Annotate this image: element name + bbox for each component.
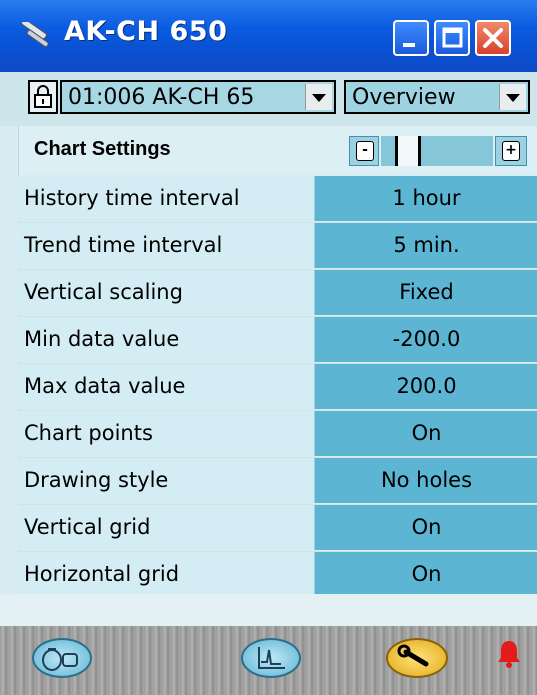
setting-value[interactable]: On bbox=[314, 552, 537, 597]
minimize-button[interactable] bbox=[393, 20, 429, 56]
setting-value[interactable]: 200.0 bbox=[314, 364, 537, 409]
setting-value[interactable]: 1 hour bbox=[314, 176, 537, 221]
setting-label: Drawing style bbox=[18, 458, 314, 503]
maximize-button[interactable] bbox=[434, 20, 470, 56]
close-icon bbox=[483, 28, 503, 48]
overview-button[interactable] bbox=[32, 638, 92, 678]
lock-button[interactable] bbox=[28, 80, 58, 114]
setting-label: Min data value bbox=[18, 317, 314, 362]
setting-label: Vertical grid bbox=[18, 505, 314, 550]
scroll-thumb[interactable] bbox=[395, 136, 421, 166]
scroll-right-button[interactable]: + bbox=[495, 136, 527, 166]
view-select[interactable]: Overview bbox=[344, 80, 530, 114]
settings-row[interactable]: Chart points On bbox=[18, 411, 537, 458]
padlock-icon bbox=[34, 85, 52, 108]
maximize-icon bbox=[442, 27, 463, 48]
setting-label: Max data value bbox=[18, 364, 314, 409]
setting-value[interactable]: On bbox=[314, 505, 537, 550]
setting-value[interactable]: -200.0 bbox=[314, 317, 537, 362]
setting-label: Horizontal grid bbox=[18, 552, 314, 597]
setting-label: Vertical scaling bbox=[18, 270, 314, 315]
app-tool-icon bbox=[21, 22, 49, 48]
overview-icon bbox=[42, 648, 78, 671]
empty-area bbox=[0, 594, 537, 626]
left-margin bbox=[0, 126, 19, 626]
plus-icon: + bbox=[502, 141, 520, 161]
trend-chart-icon bbox=[258, 647, 285, 669]
scroll-left-button[interactable]: - bbox=[349, 136, 379, 166]
unit-select-value: 01:006 AK-CH 65 bbox=[68, 85, 255, 110]
view-select-value: Overview bbox=[352, 85, 456, 110]
settings-row[interactable]: Min data value -200.0 bbox=[18, 317, 537, 364]
settings-row[interactable]: Vertical scaling Fixed bbox=[18, 270, 537, 317]
settings-row[interactable]: Max data value 200.0 bbox=[18, 364, 537, 411]
setting-value[interactable]: Fixed bbox=[314, 270, 537, 315]
settings-row[interactable]: Drawing style No holes bbox=[18, 458, 537, 505]
setting-label: Trend time interval bbox=[18, 223, 314, 268]
minus-icon: - bbox=[356, 141, 374, 161]
settings-row[interactable]: Vertical grid On bbox=[18, 505, 537, 552]
app-window: AK-CH 650 01:006 AK-CH 65 Overview Chart… bbox=[0, 0, 537, 695]
chevron-down-icon[interactable] bbox=[499, 84, 526, 110]
settings-row[interactable]: Trend time interval 5 min. bbox=[18, 223, 537, 270]
chevron-down-icon[interactable] bbox=[305, 84, 332, 110]
setting-value[interactable]: On bbox=[314, 411, 537, 456]
setting-value[interactable]: 5 min. bbox=[314, 223, 537, 268]
window-title: AK-CH 650 bbox=[64, 16, 228, 47]
trend-button[interactable] bbox=[241, 638, 301, 678]
settings-button[interactable] bbox=[386, 638, 448, 678]
title-bar[interactable]: AK-CH 650 bbox=[0, 0, 537, 72]
setting-label: Chart points bbox=[18, 411, 314, 456]
unit-select[interactable]: 01:006 AK-CH 65 bbox=[60, 80, 336, 114]
settings-row[interactable]: History time interval 1 hour bbox=[18, 176, 537, 223]
alarm-bell-icon[interactable] bbox=[494, 638, 524, 670]
settings-row[interactable]: Horizontal grid On bbox=[18, 552, 537, 599]
section-title: Chart Settings bbox=[34, 138, 171, 160]
close-button[interactable] bbox=[475, 20, 511, 56]
settings-table: History time interval 1 hour Trend time … bbox=[18, 176, 537, 599]
setting-label: History time interval bbox=[18, 176, 314, 221]
minimize-icon bbox=[403, 43, 415, 47]
setting-value[interactable]: No holes bbox=[314, 458, 537, 503]
settings-wrench-icon bbox=[397, 644, 429, 667]
